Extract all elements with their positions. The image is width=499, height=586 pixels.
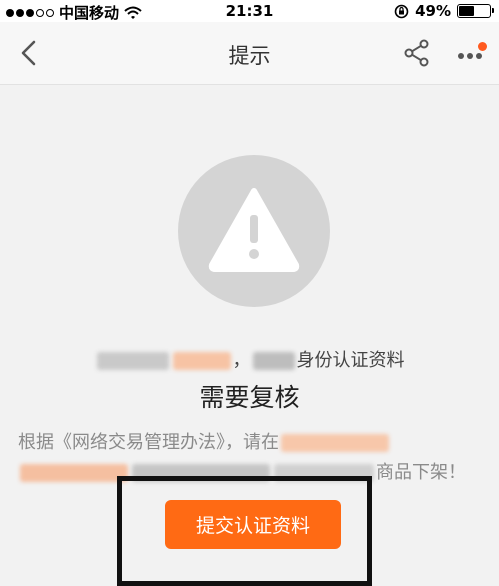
- notification-badge: [478, 42, 487, 51]
- navigation-bar: 提示: [0, 22, 499, 85]
- submit-verification-button[interactable]: 提交认证资料: [165, 500, 341, 549]
- share-button[interactable]: [402, 38, 432, 68]
- battery-percent: 49%: [415, 2, 451, 20]
- redacted-text: [20, 464, 128, 482]
- review-heading: 需要复核: [199, 383, 300, 412]
- warning-icon: [208, 188, 300, 272]
- redacted-text: [172, 352, 231, 370]
- line1-separator: ，: [232, 350, 251, 371]
- redacted-text: [96, 352, 169, 370]
- redacted-text: [281, 434, 389, 452]
- redacted-text: [252, 352, 295, 370]
- paragraph-suffix: 商品下架！: [376, 462, 466, 483]
- battery-icon: [457, 4, 494, 18]
- status-right: 49%: [394, 2, 494, 20]
- paragraph-prefix: 根据《网络交易管理办法》，请在: [18, 432, 279, 453]
- more-button[interactable]: [455, 40, 491, 68]
- verification-notice-line: ， 身份认证资料: [0, 346, 499, 372]
- paragraph-row-1: 根据《网络交易管理办法》，请在: [18, 428, 488, 458]
- status-bar: 中国移动 21:31 49%: [0, 0, 499, 22]
- rotation-lock-icon: [394, 4, 409, 18]
- line1-text: 身份认证资料: [296, 350, 405, 371]
- warning-icon-circle: [178, 155, 330, 307]
